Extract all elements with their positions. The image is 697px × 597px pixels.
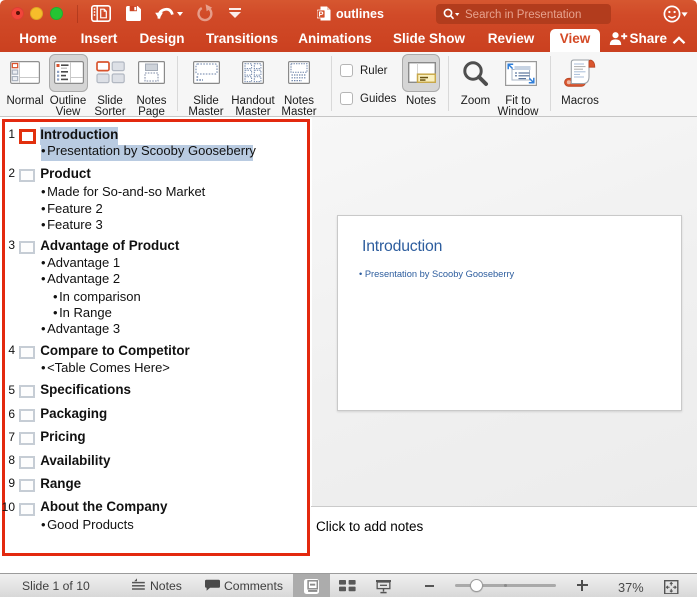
svg-text:P: P: [318, 10, 323, 19]
